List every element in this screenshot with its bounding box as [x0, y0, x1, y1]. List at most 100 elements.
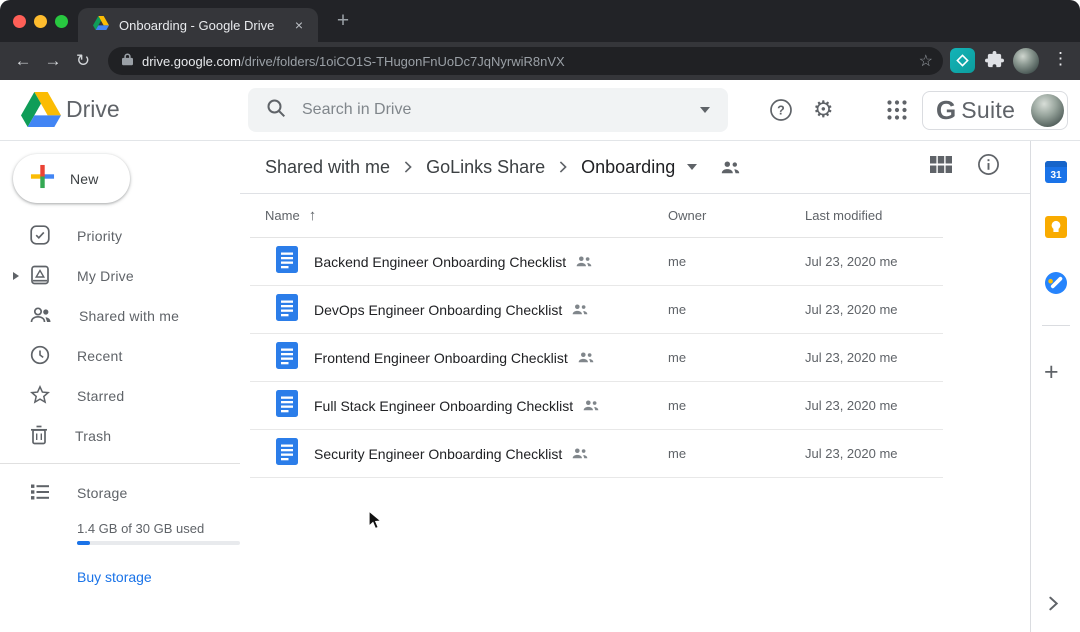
column-header-modified: Last modified — [805, 208, 943, 223]
mouse-cursor — [368, 510, 383, 536]
account-avatar[interactable] — [1031, 94, 1064, 127]
tab-title: Onboarding - Google Drive — [119, 18, 280, 33]
side-apps-panel: 31 + — [1030, 141, 1080, 632]
file-modified: Jul 23, 2020 me — [805, 254, 943, 269]
window-minimize-button[interactable] — [34, 15, 47, 28]
sidebar-item-storage[interactable]: Storage — [0, 473, 240, 513]
sidebar-item-my-drive[interactable]: My Drive — [0, 256, 240, 296]
address-bar[interactable]: drive.google.com/drive/folders/1oiCO1S-T… — [108, 47, 943, 75]
sidebar-nav: Priority My Drive Sh — [0, 216, 240, 456]
shared-indicator-icon — [576, 256, 592, 267]
file-row[interactable]: Frontend Engineer Onboarding Checklist m… — [250, 334, 943, 382]
breadcrumb-golinks-share[interactable]: GoLinks Share — [426, 157, 545, 178]
expand-arrow-icon[interactable] — [13, 272, 19, 280]
window-zoom-button[interactable] — [55, 15, 68, 28]
sidebar-item-label: Priority — [77, 228, 122, 244]
breadcrumb-shared-with-me[interactable]: Shared with me — [265, 157, 390, 178]
file-row[interactable]: Backend Engineer Onboarding Checklist me… — [250, 238, 943, 286]
shared-indicator-icon — [578, 352, 594, 363]
breadcrumb-onboarding[interactable]: Onboarding — [581, 157, 675, 178]
google-docs-icon — [276, 246, 298, 278]
svg-text:?: ? — [777, 103, 785, 117]
clock-icon — [30, 345, 50, 368]
file-modified: Jul 23, 2020 me — [805, 446, 943, 461]
drive-favicon — [93, 16, 109, 35]
file-row[interactable]: Security Engineer Onboarding Checklist m… — [250, 430, 943, 478]
file-row[interactable]: Full Stack Engineer Onboarding Checklist… — [250, 382, 943, 430]
shared-indicator-icon — [572, 304, 588, 315]
file-name: DevOps Engineer Onboarding Checklist — [314, 302, 562, 318]
sidebar-item-starred[interactable]: Starred — [0, 376, 240, 416]
column-header-name[interactable]: Name — [265, 208, 300, 223]
panel-divider — [1042, 325, 1070, 326]
file-row[interactable]: DevOps Engineer Onboarding Checklist me … — [250, 286, 943, 334]
browser-tab[interactable]: Onboarding - Google Drive × — [78, 8, 318, 42]
sidebar-item-priority[interactable]: Priority — [0, 216, 240, 256]
new-button[interactable]: New — [13, 154, 130, 203]
browser-menu-icon[interactable]: ⋮ — [1052, 49, 1069, 69]
sort-ascending-icon[interactable]: ↑ — [309, 207, 317, 224]
sidebar-item-trash[interactable]: Trash — [0, 416, 240, 456]
google-calendar-icon[interactable]: 31 — [1045, 161, 1067, 188]
google-tasks-icon[interactable] — [1045, 272, 1067, 299]
sidebar-item-label: Recent — [77, 348, 123, 364]
search-icon — [266, 98, 286, 123]
chevron-right-icon — [559, 161, 567, 173]
browser-profile-avatar[interactable] — [1013, 48, 1039, 74]
browser-tab-strip: Onboarding - Google Drive × + — [0, 0, 1080, 42]
url-domain: drive.google.com — [142, 54, 241, 69]
help-icon[interactable]: ? — [769, 98, 793, 127]
golinks-extension-icon[interactable] — [950, 48, 975, 73]
google-docs-icon — [276, 438, 298, 470]
file-name: Full Stack Engineer Onboarding Checklist — [314, 398, 573, 414]
sidebar-item-shared-with-me[interactable]: Shared with me — [0, 296, 240, 336]
sidebar-item-label: Shared with me — [79, 308, 179, 324]
search-bar[interactable] — [248, 88, 728, 132]
sidebar: New Priority My Drive — [0, 141, 240, 632]
folder-shared-icon[interactable] — [721, 161, 740, 174]
priority-check-icon — [30, 225, 50, 248]
new-tab-button[interactable]: + — [330, 9, 356, 35]
back-icon[interactable]: ← — [8, 51, 38, 71]
reload-icon[interactable]: ↻ — [68, 51, 98, 71]
sidebar-item-label: Trash — [75, 428, 111, 444]
new-button-label: New — [70, 171, 99, 187]
file-owner: me — [668, 350, 805, 365]
people-icon — [30, 307, 52, 326]
multicolor-plus-icon — [30, 164, 55, 194]
breadcrumb: Shared with me GoLinks Share Onboarding — [240, 141, 1030, 194]
storage-icon — [30, 483, 50, 504]
chevron-right-icon — [404, 161, 412, 173]
file-owner: me — [668, 446, 805, 461]
search-options-caret-icon[interactable] — [700, 107, 710, 113]
lock-icon — [122, 52, 133, 71]
drive-logo-icon[interactable] — [21, 92, 61, 132]
add-addon-plus-icon[interactable]: + — [1044, 358, 1059, 387]
folder-menu-caret-icon[interactable] — [687, 164, 697, 170]
search-input[interactable] — [302, 101, 684, 119]
gsuite-g-logo: G — [936, 95, 956, 126]
buy-storage-link[interactable]: Buy storage — [77, 569, 152, 585]
storage-progress-bar — [77, 541, 240, 545]
window-close-button[interactable] — [13, 15, 26, 28]
tab-close-icon[interactable]: × — [290, 16, 308, 34]
gsuite-badge[interactable]: G Suite — [922, 91, 1068, 130]
settings-gear-icon[interactable]: ⚙ — [813, 97, 834, 121]
sidebar-item-recent[interactable]: Recent — [0, 336, 240, 376]
extensions-puzzle-icon[interactable] — [985, 51, 1004, 75]
window-controls — [13, 15, 68, 28]
svg-text:31: 31 — [1050, 170, 1062, 181]
main-content: Shared with me GoLinks Share Onboarding — [240, 141, 1030, 632]
shared-indicator-icon — [572, 448, 588, 459]
grid-view-icon[interactable] — [930, 156, 952, 178]
url-text: drive.google.com/drive/folders/1oiCO1S-T… — [142, 54, 910, 69]
url-path: /drive/folders/1oiCO1S-THugonFnUoDc7JqNy… — [241, 54, 565, 69]
storage-section: Storage 1.4 GB of 30 GB used Buy storage — [0, 473, 240, 513]
google-keep-icon[interactable] — [1045, 216, 1067, 243]
collapse-panel-chevron-icon[interactable] — [1048, 596, 1059, 616]
bookmark-star-icon[interactable]: ☆ — [919, 51, 933, 71]
view-controls — [930, 153, 1000, 181]
apps-grid-icon[interactable] — [886, 99, 908, 126]
info-icon[interactable] — [977, 153, 1000, 181]
forward-icon[interactable]: → — [38, 51, 68, 71]
